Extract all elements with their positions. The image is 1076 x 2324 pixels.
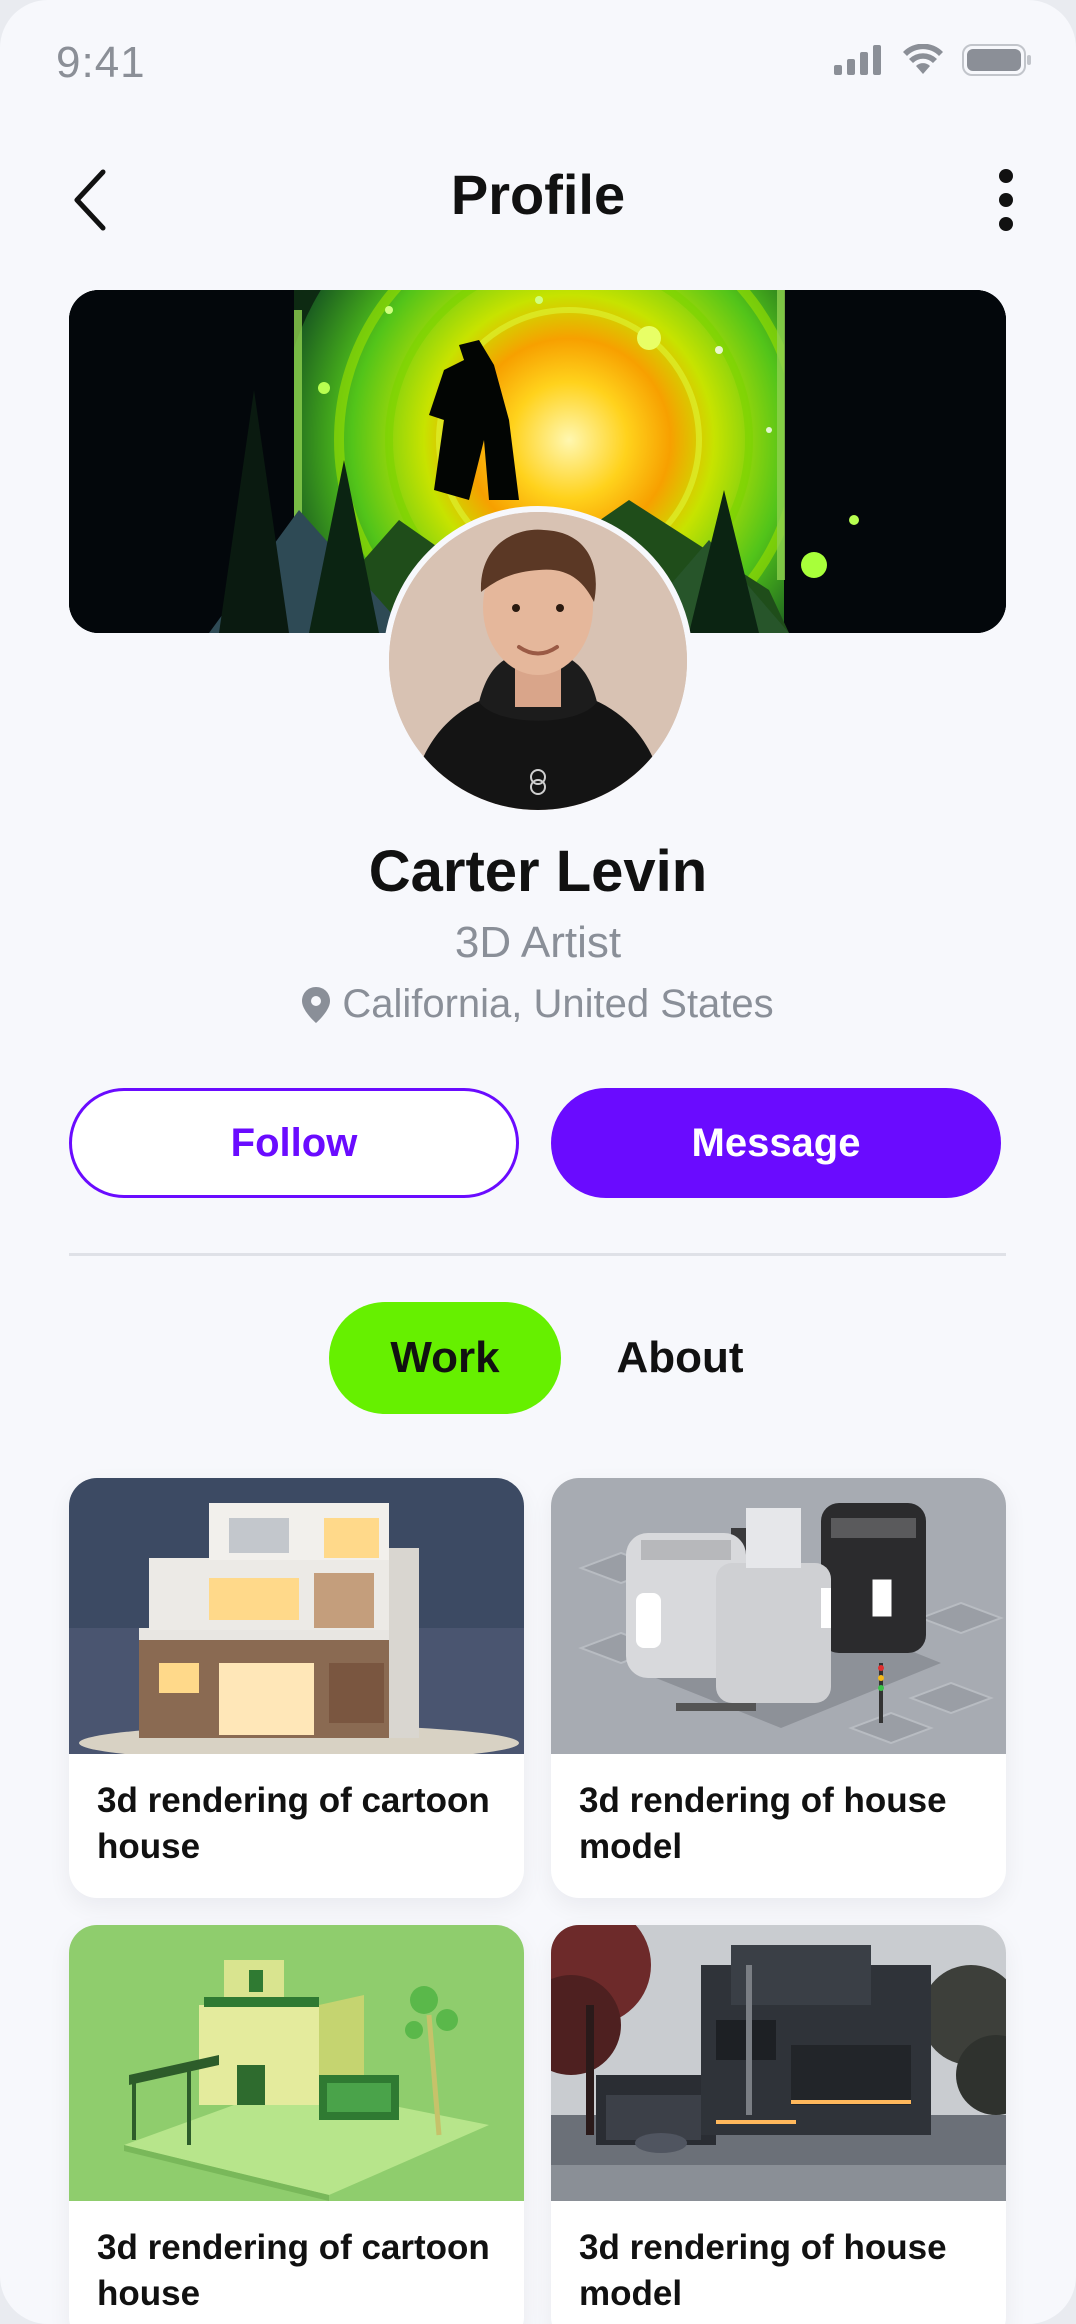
profile-location: California, United States	[0, 982, 1076, 1027]
work-card[interactable]: 3d rendering of house model	[551, 1925, 1006, 2324]
cellular-signal-icon	[834, 45, 881, 75]
work-thumbnail	[551, 1478, 1006, 1754]
work-card[interactable]: 3d rendering of house model	[551, 1478, 1006, 1898]
work-card[interactable]: 3d rendering of cartoon house	[69, 1925, 524, 2324]
work-thumbnail	[69, 1478, 524, 1754]
more-vertical-icon	[999, 169, 1013, 231]
work-card[interactable]: 3d rendering of cartoon house	[69, 1478, 524, 1898]
follow-button[interactable]: Follow	[69, 1088, 519, 1198]
tab-work[interactable]: Work	[329, 1302, 561, 1414]
work-thumbnail	[551, 1925, 1006, 2201]
profile-screen: 9:41 Profile Carter Levin 3D Artist Cali…	[0, 0, 1076, 2324]
work-title: 3d rendering of house model	[579, 2228, 947, 2313]
profile-role: 3D Artist	[454, 918, 622, 967]
profile-name: Carter Levin	[368, 839, 708, 904]
divider	[69, 1253, 1006, 1256]
status-icons	[834, 44, 1032, 76]
more-options-button[interactable]	[976, 160, 1036, 240]
wifi-icon	[903, 44, 943, 74]
work-thumbnail	[69, 1925, 524, 2201]
battery-icon	[962, 44, 1031, 76]
location-pin-icon	[302, 986, 331, 1023]
status-time: 9:41	[56, 38, 146, 87]
tab-about[interactable]: About	[580, 1302, 780, 1414]
page-title: Profile	[450, 163, 626, 226]
work-title: 3d rendering of cartoon house	[97, 2228, 490, 2313]
message-button[interactable]: Message	[551, 1088, 1001, 1198]
location-text: California, United States	[342, 982, 774, 1026]
work-title: 3d rendering of house model	[579, 1781, 947, 1866]
work-title: 3d rendering of cartoon house	[97, 1781, 490, 1866]
avatar[interactable]	[383, 506, 693, 816]
